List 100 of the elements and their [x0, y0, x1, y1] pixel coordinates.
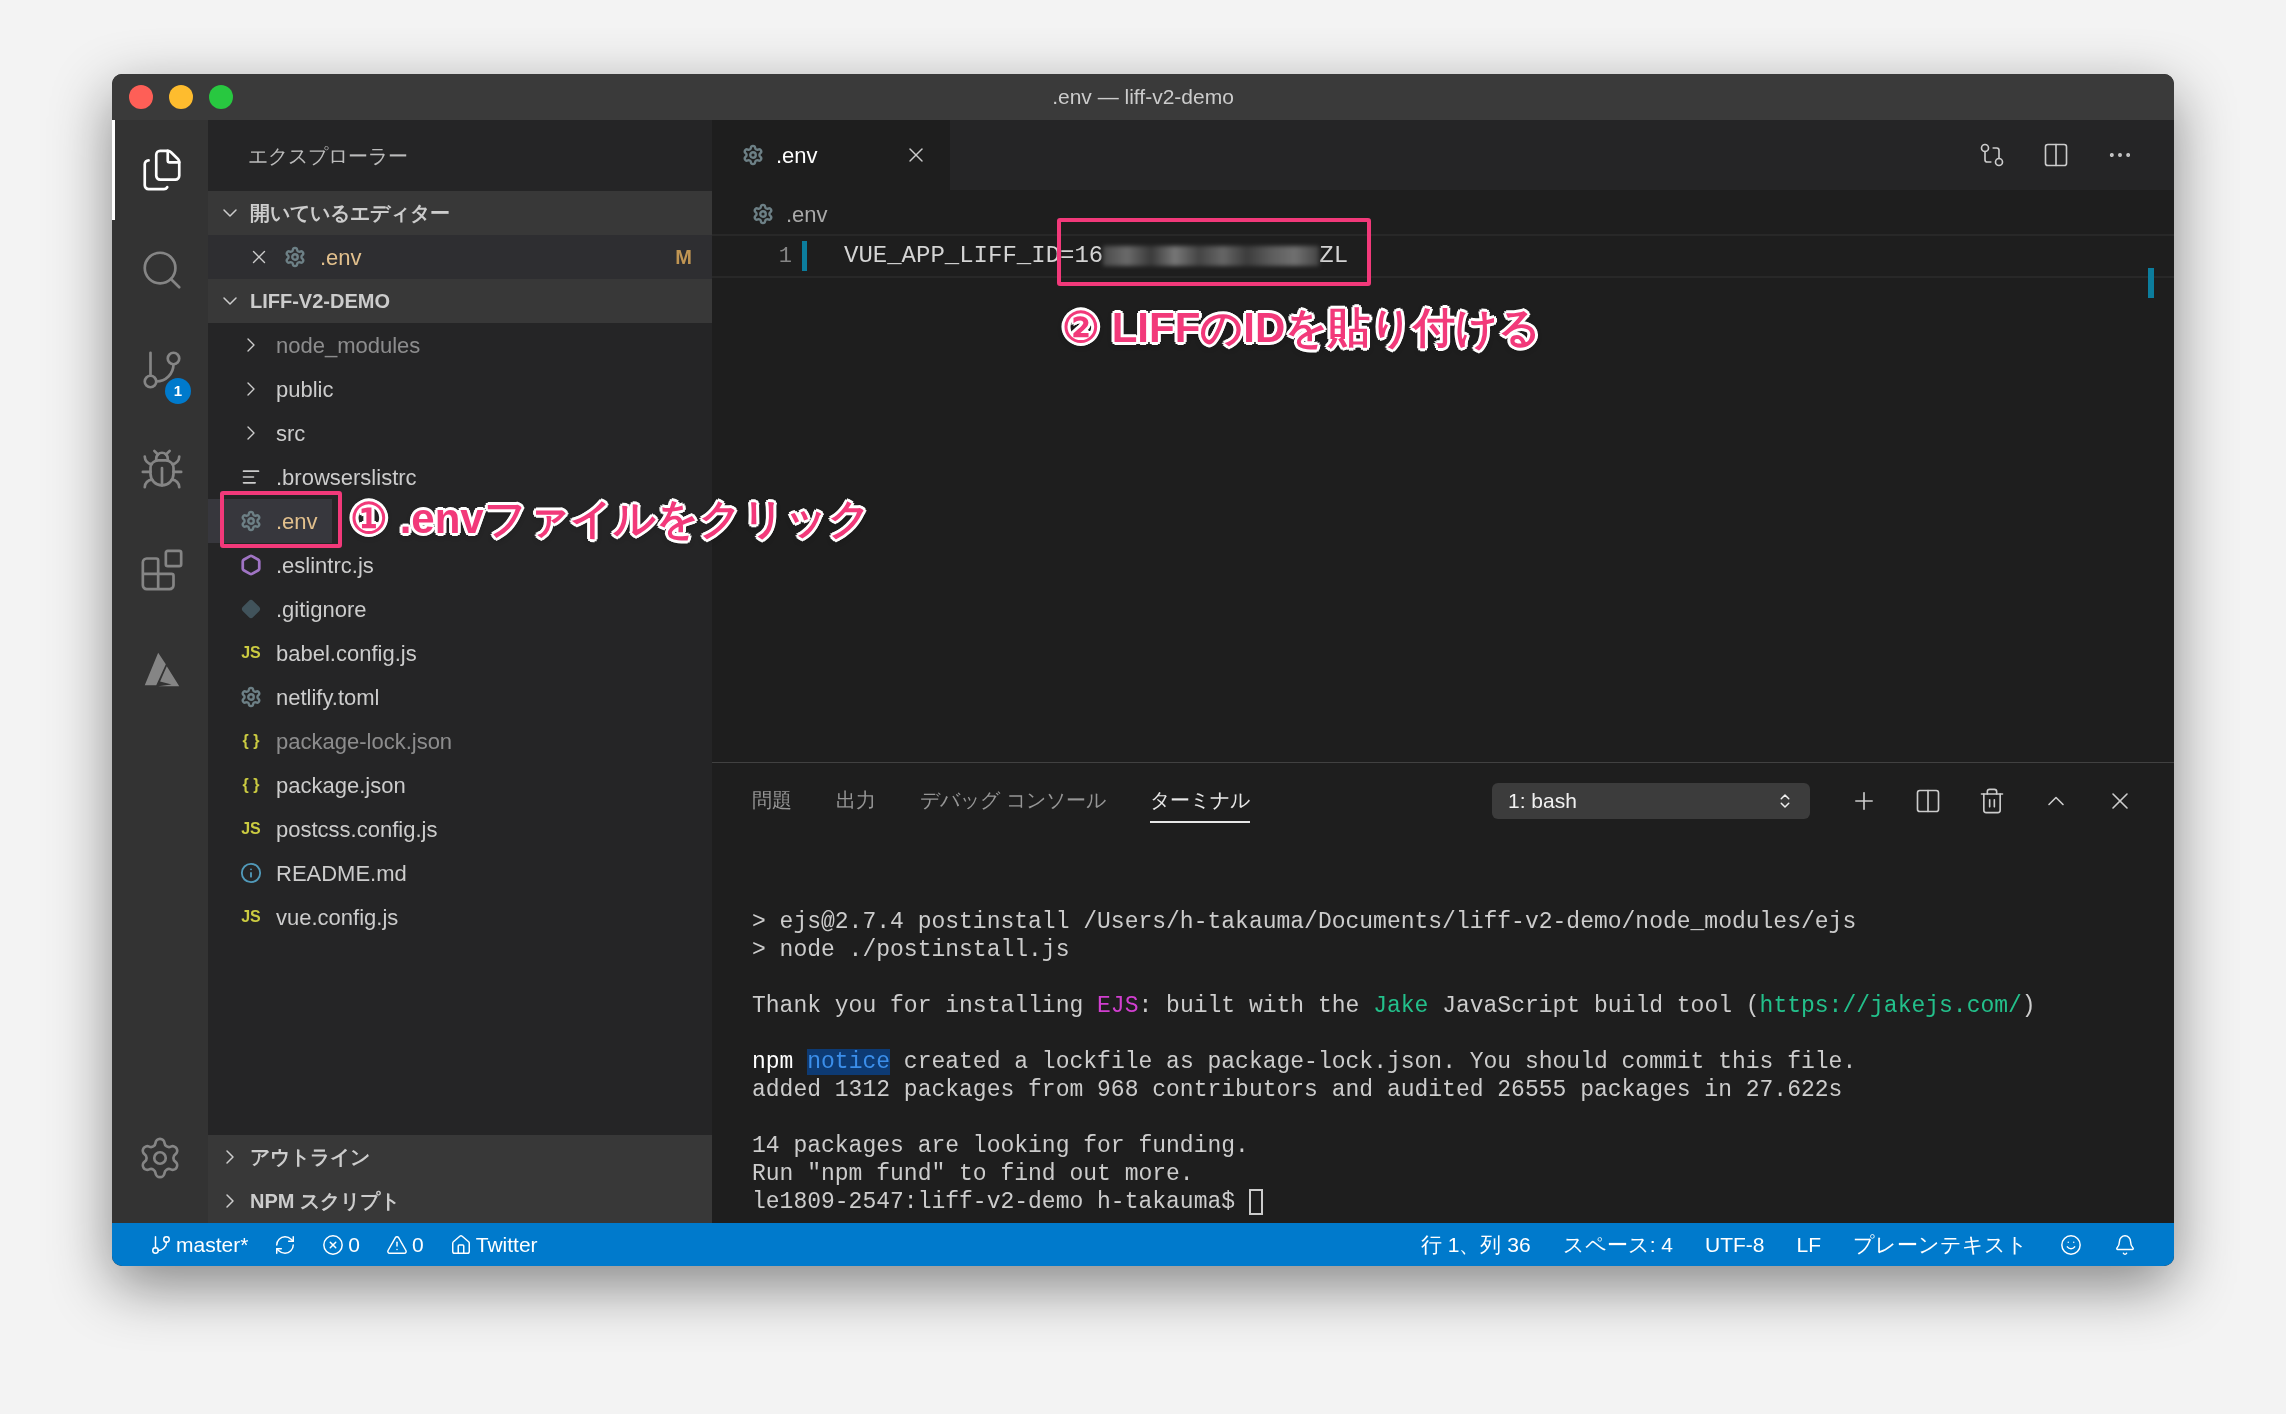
close-window-button[interactable] — [129, 85, 153, 109]
file-tree-item[interactable]: { } package-lock.json — [208, 719, 467, 763]
annotation-text: ② LIFFのIDを貼り付ける — [1062, 307, 1542, 349]
file-tree-item[interactable]: JS vue.config.js — [208, 895, 413, 939]
status-item[interactable]: 0 — [314, 1223, 369, 1266]
terminal-line: 14 packages are looking for funding. — [752, 1132, 1249, 1160]
error-icon — [322, 1233, 345, 1256]
trash-icon[interactable] — [1978, 787, 2006, 815]
sidebar-title: エクスプローラー — [248, 143, 408, 169]
file-tree-item[interactable]: { } package.json — [208, 763, 420, 807]
status-item[interactable]: Twitter — [441, 1223, 546, 1266]
status-item[interactable]: プレーンテキスト — [1845, 1223, 2036, 1266]
breadcrumb[interactable]: .env — [786, 197, 828, 231]
terminal-line: Thank you for installing EJS: built with the Jake JavaScript build tool (https://jakejs.com/) — [752, 992, 2036, 1020]
split-editor-icon[interactable] — [2042, 141, 2070, 169]
tab-label: .env — [776, 141, 818, 170]
file-tree-item[interactable]: public — [208, 367, 348, 411]
file-name: babel.config.js — [276, 639, 417, 668]
status-item[interactable]: UTF-8 — [1697, 1223, 1773, 1266]
panel-tab[interactable]: ターミナル — [1149, 779, 1250, 823]
change-bar — [802, 241, 807, 271]
smiley-icon — [2060, 1233, 2082, 1256]
lines-icon — [241, 467, 261, 487]
modified-letter: M — [675, 245, 692, 270]
status-item[interactable]: master* — [142, 1223, 257, 1266]
code-text: ZL — [1319, 241, 1349, 271]
file-name: vue.config.js — [276, 903, 399, 932]
sync-icon — [274, 1233, 297, 1256]
gear-icon — [752, 203, 774, 225]
file-tree-item[interactable]: .env — [208, 499, 332, 543]
section-title: アウトライン — [250, 1145, 370, 1170]
count-badge: 1 — [165, 378, 191, 404]
section-title: NPM スクリプト — [250, 1189, 400, 1214]
file-name: .env — [276, 507, 318, 536]
open-editor-item[interactable]: .env M — [208, 235, 712, 279]
file-tree-item[interactable]: .gitignore — [208, 587, 381, 631]
panel-tab[interactable]: 出力 — [836, 779, 876, 823]
file-name: .gitignore — [276, 595, 367, 624]
section-title: LIFF-V2-DEMO — [250, 289, 390, 314]
split-terminal-icon[interactable] — [1914, 787, 1942, 815]
file-tree-item[interactable]: .eslintrc.js — [208, 543, 388, 587]
branch-icon — [150, 1233, 172, 1256]
file-type-glyph: { } — [242, 733, 260, 749]
file-tree-item[interactable]: .browserslistrc — [208, 455, 431, 499]
maximize-window-button[interactable] — [209, 85, 233, 109]
section-header[interactable]: 開いているエディター — [208, 191, 712, 235]
file-tree-item[interactable]: src — [208, 411, 320, 455]
section-header[interactable]: LIFF-V2-DEMO — [208, 279, 712, 323]
diamond-icon — [241, 599, 261, 619]
file-name: postcss.config.js — [276, 815, 438, 844]
file-name: .env — [320, 243, 362, 272]
section-header[interactable]: アウトライン — [208, 1135, 712, 1179]
warning-icon — [386, 1233, 409, 1256]
annotation-text: ① .envファイルをクリック — [350, 498, 871, 540]
file-name: .eslintrc.js — [276, 551, 374, 580]
file-tree-item[interactable]: netlify.toml — [208, 675, 394, 719]
file-name: netlify.toml — [276, 683, 380, 712]
file-name: package.json — [276, 771, 406, 800]
home-icon — [449, 1233, 472, 1256]
hexagon-icon — [240, 554, 262, 576]
status-item[interactable]: スペース: 4 — [1554, 1223, 1681, 1266]
file-name: .browserslistrc — [276, 463, 417, 492]
info-icon — [240, 862, 262, 884]
panel-tab[interactable]: 問題 — [752, 779, 792, 823]
terminal-line: npm notice created a lockfile as package-lock.json. You should commit this file. — [752, 1048, 1857, 1076]
gear-icon — [284, 246, 306, 268]
file-tree-item[interactable]: node_modules — [208, 323, 435, 367]
window-title: .env — liff-v2-demo — [1052, 84, 1234, 111]
panel-tab[interactable]: デバッグ コンソール — [920, 779, 1106, 823]
terminal-line: > ejs@2.7.4 postinstall /Users/h-takauma/Documents/liff-v2-demo/node_modules/ejs — [752, 908, 1857, 936]
editor-tab[interactable]: .env — [712, 120, 950, 190]
gear-icon — [240, 686, 262, 708]
file-tree-item[interactable]: README.md — [208, 851, 421, 895]
terminal-line: Run "npm fund" to find out more. — [752, 1160, 1194, 1188]
activity-button[interactable]: 1 — [112, 320, 208, 420]
section-title: 開いているエディター — [250, 201, 450, 226]
line-number: 1 — [777, 242, 792, 271]
minimize-window-button[interactable] — [169, 85, 193, 109]
blocks-icon — [138, 547, 185, 593]
terminal-line: added 1312 packages from 968 contributors and audited 26555 packages in 27.622s — [752, 1076, 1843, 1104]
terminal-select[interactable]: 1: bash — [1492, 783, 1810, 819]
section-header[interactable]: NPM スクリプト — [208, 1179, 712, 1223]
compare-icon[interactable] — [1978, 141, 2006, 169]
bell-icon — [2114, 1233, 2136, 1256]
status-item[interactable]: LF — [1788, 1223, 1829, 1266]
file-name: README.md — [276, 859, 407, 888]
status-item[interactable]: 行 1、列 36 — [1412, 1223, 1539, 1266]
file-name: node_modules — [276, 331, 421, 360]
file-tree-item[interactable]: JS babel.config.js — [208, 631, 431, 675]
gear-icon — [240, 510, 262, 532]
file-name: package-lock.json — [276, 727, 453, 756]
file-type-glyph: JS — [241, 645, 261, 661]
gear-icon — [742, 144, 764, 166]
scrollbar-marker — [2148, 268, 2154, 298]
status-item[interactable]: 0 — [378, 1223, 432, 1266]
terminal-line: > node ./postinstall.js — [752, 936, 1070, 964]
file-tree-item[interactable]: JS postcss.config.js — [208, 807, 452, 851]
file-type-glyph: { } — [242, 777, 260, 793]
file-type-glyph: JS — [241, 909, 261, 925]
file-name: src — [276, 419, 306, 448]
